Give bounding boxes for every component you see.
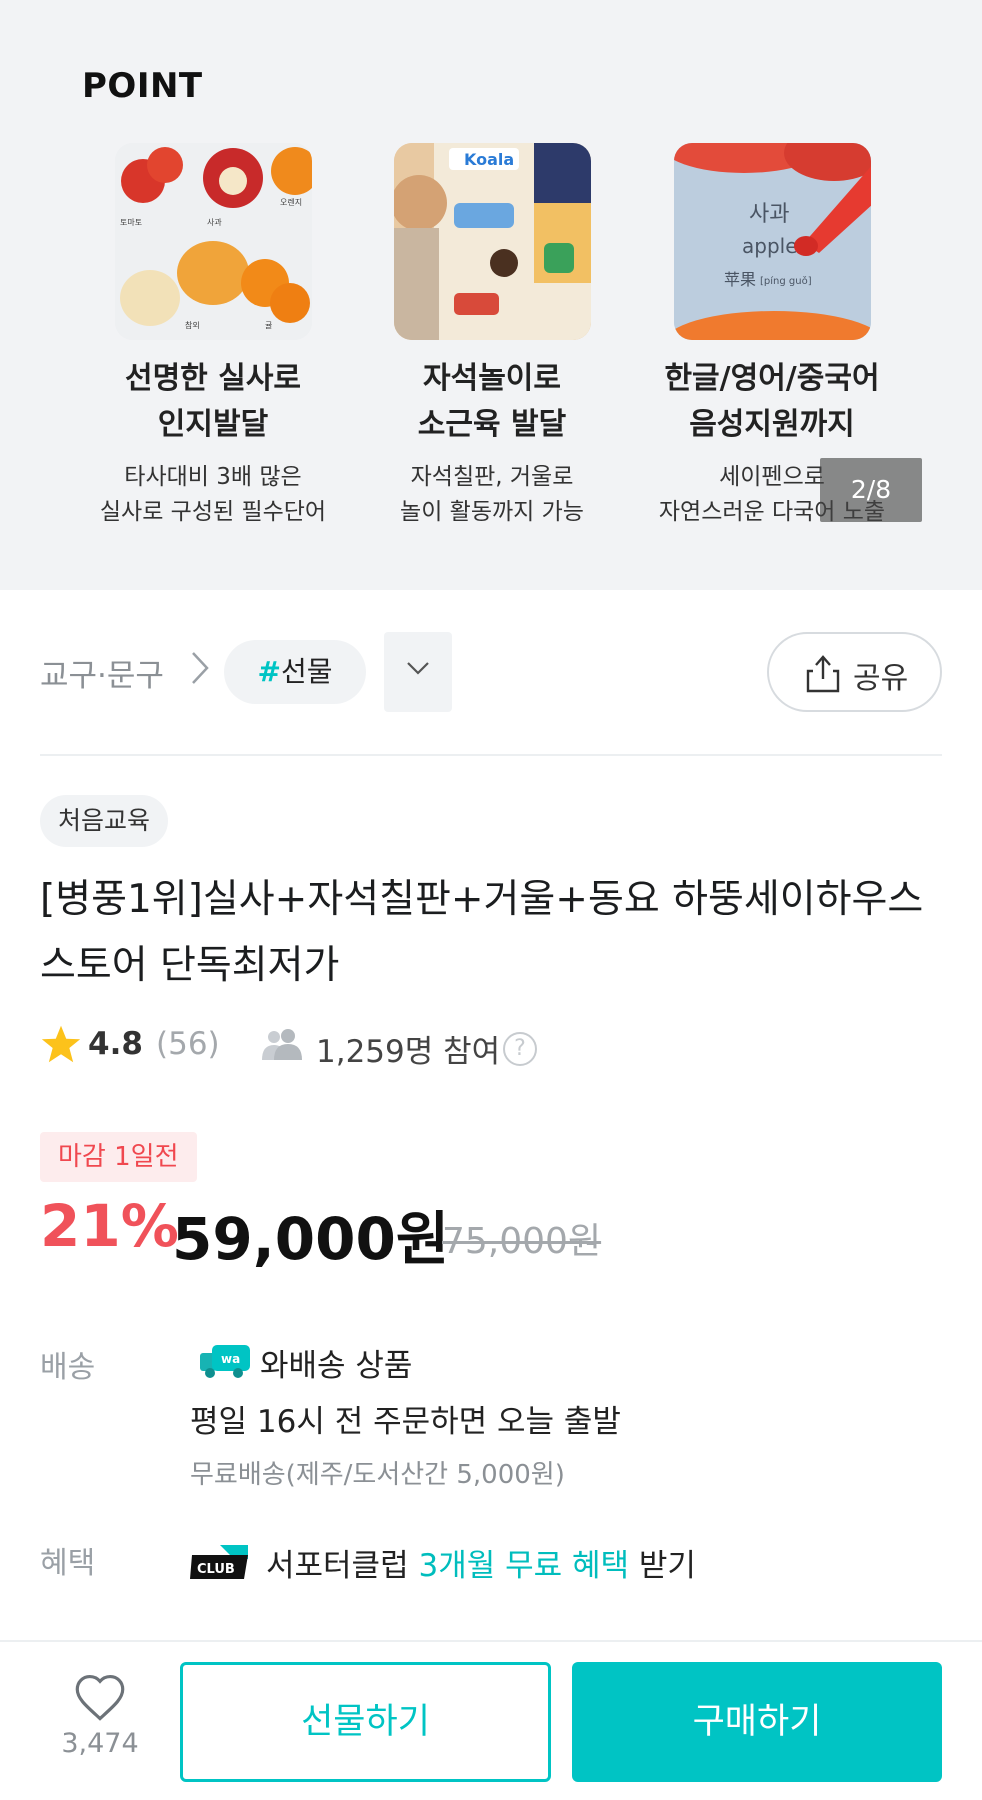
gift-button[interactable]: 선물하기 [180,1662,551,1782]
share-button[interactable]: 공유 [767,632,942,712]
benefit-link[interactable]: 서포터클럽 3개월 무료 혜택 받기 [266,1540,696,1585]
point-section: POINT 토마토 사과 오렌지 참외 귤 선명한 실사로 인지발달 타사대비 … [0,0,982,590]
breadcrumb: 교구·문구 #선물 공유 [40,632,942,712]
fruit-label-melon: 참외 [185,320,200,330]
help-icon[interactable]: ? [503,1032,537,1066]
feature-title-3: 한글/영어/중국어 음성지원까지 [664,361,880,442]
chevron-down-icon [407,662,429,675]
heart-icon [75,1674,125,1721]
share-icon [806,655,840,693]
point-title: POINT [82,66,203,106]
like-count: 3,474 [61,1728,139,1759]
breadcrumb-category[interactable]: 교구·문구 [40,650,164,695]
club-badge-text: CLUB [197,1562,235,1577]
bottom-action-bar: 3,474 선물하기 구매하기 [0,1640,982,1800]
discount-rate: 21% [40,1192,179,1260]
review-count[interactable]: (56) [156,1026,220,1062]
benefit-label: 혜택 [40,1546,96,1581]
benefit-text-suffix: 받기 [629,1548,696,1584]
feature-title-1: 선명한 실사로 인지발달 [124,361,302,442]
category-dropdown-button[interactable] [384,632,452,712]
apple-ko-label: 사과 [749,202,789,227]
benefit-text-prefix: 서포터클럽 [266,1548,419,1584]
magnet-board-photo: Koala [393,143,591,340]
image-pager: 2/8 [820,458,922,522]
feature-title-2: 자석놀이로 소근육 발달 [417,361,567,442]
fruit-label-mandarin: 귤 [265,321,272,330]
original-price: 75,000원 [442,1221,602,1262]
wa-badge-text: wa [221,1352,240,1366]
feature-desc-2: 자석칠판, 거울로 놀이 활동까지 가능 [400,464,584,525]
buy-button[interactable]: 구매하기 [572,1662,942,1782]
sale-price: 59,000원 [172,1205,450,1273]
star-icon [41,1025,81,1063]
deadline-badge: 마감 1일전 [40,1132,197,1182]
rating-row: 4.8 (56) 1,259명 참여 ? [40,1020,940,1070]
tag-label: 선물 [280,655,333,688]
feature-card-2: Koala 자석놀이로 소근육 발달 자석칠판, 거울로 놀이 활동까지 가능 [352,143,632,530]
fruit-label-orange: 오렌지 [280,197,302,207]
club-badge-icon: CLUB [190,1545,248,1579]
shipping-label: 배송 [40,1350,96,1385]
truck-icon: wa [200,1345,250,1378]
feature-card-1: 토마토 사과 오렌지 참외 귤 선명한 실사로 인지발달 타사대비 3배 많은 … [73,143,353,530]
like-button[interactable]: 3,474 [40,1672,160,1782]
apple-pinyin-label: [píng guǒ] [760,275,812,287]
shipping-fee: 무료배송(제주/도서산간 5,000원) [190,1460,565,1490]
apple-zh-label: 苹果 [724,270,756,289]
chevron-right-icon [190,650,210,690]
participants-count: 1,259명 참여 [316,1034,501,1070]
feature-desc-1: 타사대비 3배 많은 실사로 구성된 필수단어 [99,464,327,525]
fruit-label-apple: 사과 [207,218,222,227]
brand-chip[interactable]: 처음교육 [40,795,169,847]
apple-pen-photo: 사과 apple 苹果 [píng guǒ] [673,143,871,340]
divider [40,754,942,756]
rating-value: 4.8 [88,1026,143,1062]
people-icon [262,1029,302,1060]
shipping-type: 와배송 상품 [260,1348,413,1384]
share-label: 공유 [853,661,909,696]
fruit-photo: 토마토 사과 오렌지 참외 귤 [114,143,312,340]
hash-symbol: # [257,655,281,688]
price-row: 21% 59,000원 75,000원 [40,1192,940,1273]
shipping-time: 평일 16시 전 주문하면 오늘 출발 [190,1404,621,1440]
fruit-label-tomato: 토마토 [120,218,142,227]
product-title: [병풍1위]실사+자석칠판+거울+동요 하뚱세이하우스 스토어 단독최저가 [40,877,924,988]
tag-chip-gift[interactable]: #선물 [224,640,366,704]
benefit-text-accent: 3개월 무료 혜택 [418,1548,630,1584]
koala-label: Koala [464,150,514,169]
apple-en-label: apple [742,234,798,258]
